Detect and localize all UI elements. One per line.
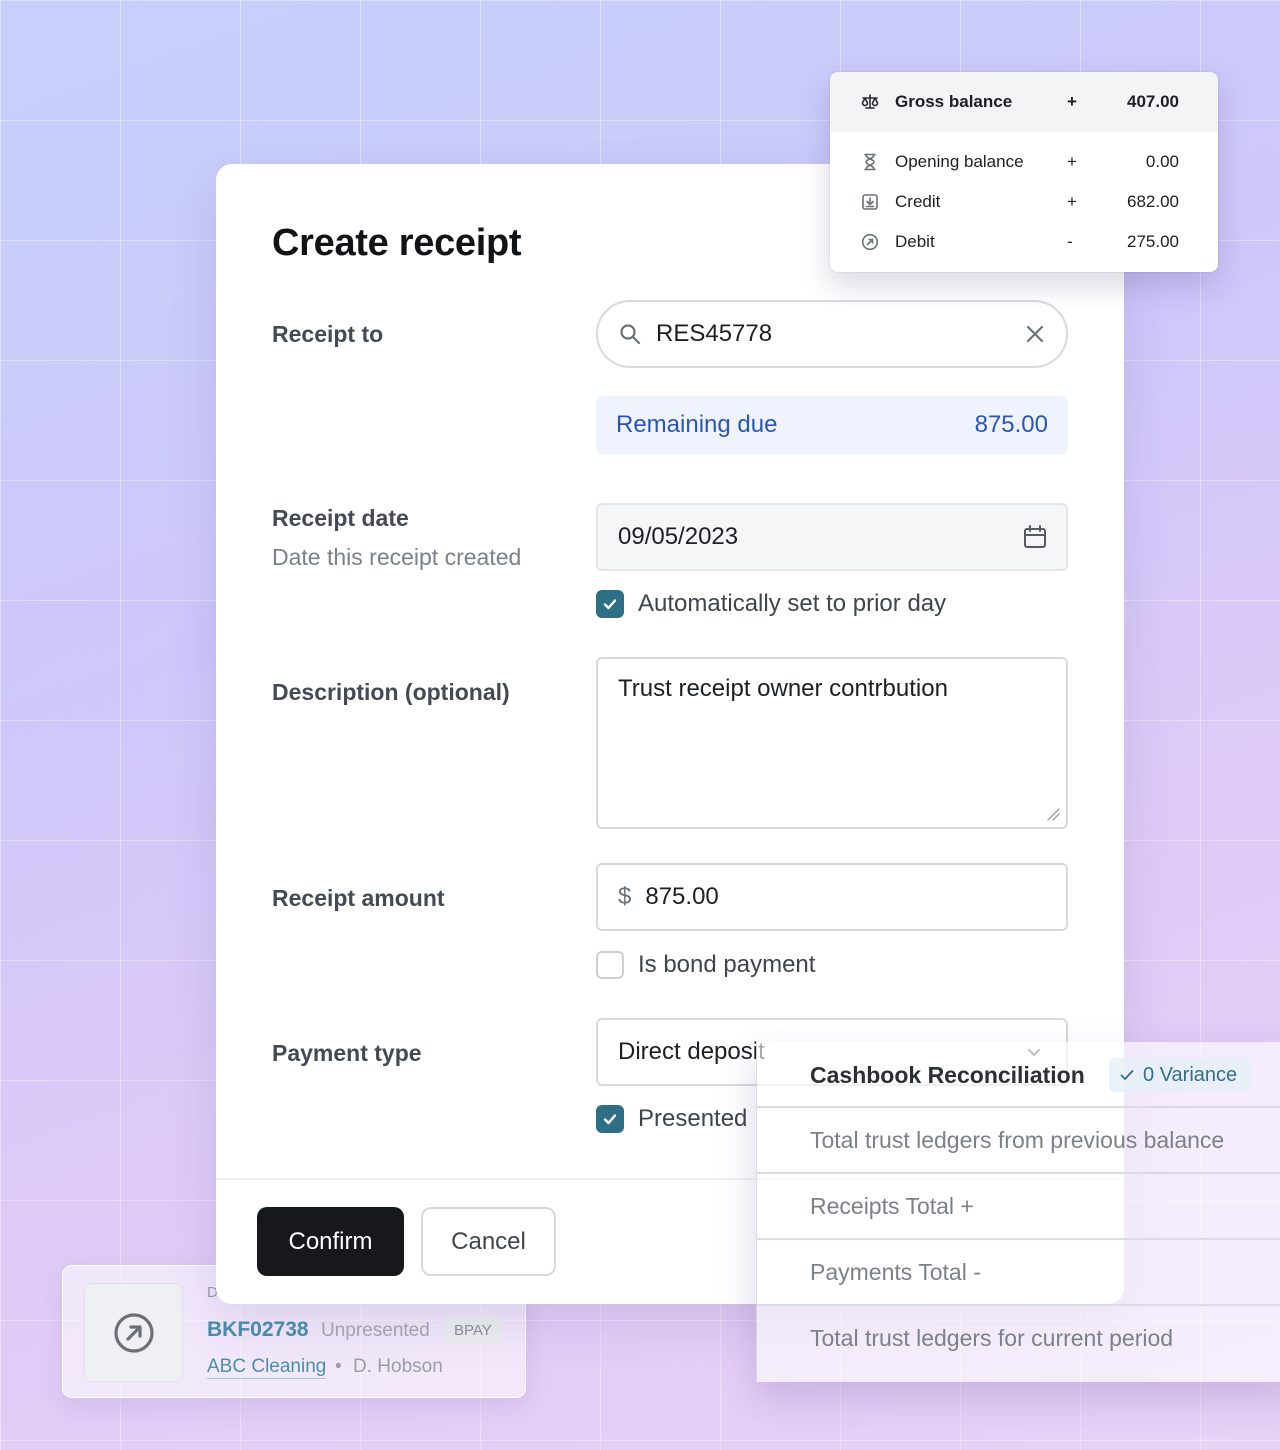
- receipt-date-value[interactable]: 09/05/2023: [618, 523, 738, 551]
- receipt-date-label: Receipt date: [272, 505, 409, 531]
- bond-payment-checkbox[interactable]: [596, 951, 624, 979]
- cashbook-row: Total trust ledgers for current period: [757, 1304, 1280, 1370]
- receipt-amount-label: Receipt amount: [272, 885, 445, 911]
- balance-name: Opening balance: [895, 152, 1024, 171]
- transaction-tag: BPAY: [444, 1316, 502, 1344]
- cancel-button[interactable]: Cancel: [421, 1207, 556, 1276]
- payment-type-label: Payment type: [272, 1040, 422, 1066]
- auto-prior-day-label: Automatically set to prior day: [638, 590, 947, 617]
- currency-symbol: $: [618, 883, 632, 910]
- variance-text: 0 Variance: [1143, 1063, 1238, 1086]
- balance-amount: 275.00: [1127, 232, 1179, 251]
- transaction-person: D. Hobson: [353, 1356, 443, 1377]
- balance-amount: 407.00: [1127, 92, 1179, 111]
- transaction-client-link[interactable]: ABC Cleaning: [207, 1356, 327, 1379]
- presented-label: Presented: [638, 1105, 748, 1132]
- remaining-due-label: Remaining due: [616, 411, 778, 438]
- search-input[interactable]: RES45778: [656, 320, 1024, 348]
- hourglass-icon: [861, 153, 879, 171]
- bond-payment-label: Is bond payment: [638, 951, 816, 978]
- auto-prior-day-row[interactable]: Automatically set to prior day: [596, 590, 1068, 618]
- payment-type-value: Direct deposit: [618, 1038, 765, 1065]
- variance-badge: 0 Variance: [1109, 1058, 1252, 1092]
- balance-row-credit: Credit + 682.00: [830, 182, 1218, 222]
- calendar-icon[interactable]: [1022, 524, 1048, 550]
- balance-summary-card: Gross balance + 407.00 Opening balance +…: [830, 72, 1218, 272]
- confirm-button[interactable]: Confirm: [257, 1207, 404, 1276]
- remaining-due-panel: Remaining due 875.00: [596, 396, 1068, 454]
- dialog-title: Create receipt: [272, 222, 522, 264]
- receipt-amount-field[interactable]: $ 875.00: [596, 863, 1068, 931]
- balance-row-opening: Opening balance + 0.00: [830, 142, 1218, 182]
- cashbook-row: Receipts Total +: [757, 1172, 1280, 1238]
- presented-checkbox[interactable]: [596, 1105, 624, 1133]
- bond-payment-row[interactable]: Is bond payment: [596, 951, 1068, 979]
- balance-sign: -: [1067, 232, 1073, 251]
- resize-handle-icon[interactable]: [1046, 807, 1060, 821]
- balance-amount: 682.00: [1127, 192, 1179, 211]
- receipt-to-label: Receipt to: [272, 321, 384, 347]
- balance-name: Debit: [895, 232, 935, 251]
- description-textarea[interactable]: Trust receipt owner contrbution: [596, 657, 1068, 829]
- transaction-id[interactable]: BKF02738: [207, 1318, 309, 1342]
- balance-row-gross: Gross balance + 407.00: [830, 82, 1218, 122]
- scale-icon: [861, 93, 879, 111]
- remaining-due-value: 875.00: [974, 411, 1048, 438]
- cashbook-reconciliation-panel: Cashbook Reconciliation 0 Variance Total…: [756, 1042, 1280, 1382]
- search-icon: [618, 322, 642, 346]
- balance-name: Credit: [895, 192, 941, 211]
- receipt-date-help: Date this receipt created: [272, 544, 522, 570]
- download-box-icon: [861, 193, 879, 211]
- receipt-to-search[interactable]: RES45778: [596, 300, 1068, 368]
- check-icon: [1119, 1067, 1135, 1083]
- receipt-date-field[interactable]: 09/05/2023: [596, 503, 1068, 571]
- balance-row-debit: Debit - 275.00: [830, 222, 1218, 262]
- cashbook-title: Cashbook Reconciliation: [810, 1062, 1085, 1088]
- balance-amount: 0.00: [1145, 152, 1179, 171]
- receipt-amount-value[interactable]: 875.00: [645, 883, 718, 911]
- balance-sign: +: [1067, 192, 1077, 211]
- description-value: Trust receipt owner contrbution: [618, 675, 948, 702]
- balance-sign: +: [1067, 92, 1077, 111]
- balance-name: Gross balance: [895, 92, 1013, 111]
- balance-sign: +: [1067, 152, 1077, 171]
- clear-icon[interactable]: [1024, 323, 1046, 345]
- transaction-status: Unpresented: [321, 1320, 430, 1341]
- arrow-up-right-circle-icon: [84, 1283, 183, 1382]
- separator-dot: •: [335, 1356, 342, 1377]
- arrow-circle-icon: [861, 233, 879, 251]
- cashbook-row: Payments Total -: [757, 1238, 1280, 1304]
- cashbook-row: Total trust ledgers from previous balanc…: [757, 1106, 1280, 1172]
- auto-prior-day-checkbox[interactable]: [596, 590, 624, 618]
- description-label: Description (optional): [272, 679, 510, 705]
